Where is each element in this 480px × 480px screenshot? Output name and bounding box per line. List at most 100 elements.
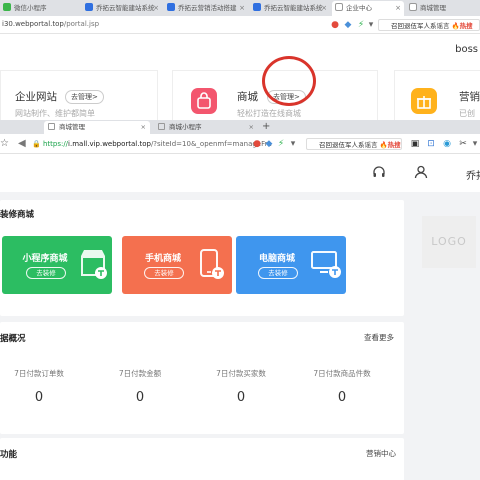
stat-label: 7日付款订单数 (14, 369, 64, 378)
gift-icon (411, 88, 437, 114)
stat-value: 0 (337, 390, 347, 405)
background-user-name[interactable]: boss (455, 44, 478, 55)
decorate-mall-title: 装修商城 (0, 210, 35, 220)
user-name[interactable]: 乔拓 (466, 167, 480, 182)
stat-label: 7日付款买家数 (216, 369, 266, 378)
stat-value: 0 (135, 390, 145, 405)
extension-icon[interactable]: ◆ (343, 20, 353, 30)
logo-placeholder: LOGO (422, 216, 476, 268)
lightning-icon[interactable]: ⚡ (356, 20, 366, 30)
card-title: 企业网站 (15, 91, 57, 103)
site-favicon-icon (253, 3, 261, 11)
chevron-down-icon[interactable]: ▾ (288, 139, 298, 149)
site-favicon-icon (167, 3, 175, 11)
back-arrow-icon[interactable]: ◀ (18, 138, 26, 149)
background-tab-bar: 微信小程序 乔拓云智能建站系统 × 乔拓云营销活动搭建 × 乔拓云智能建站系统 × 企… (0, 0, 480, 16)
stat-value: 0 (34, 390, 44, 405)
extension-icon[interactable]: ◆ (264, 139, 274, 149)
search-box[interactable]: 召回退伍军人系谣言 🔥热搜 (306, 138, 402, 150)
new-tab-button[interactable]: + (262, 120, 270, 133)
background-address-bar: i30.webportal.top/portal.jsp ● ◆ ⚡ ▾ 召回退… (0, 16, 480, 34)
tile-pc-mall[interactable]: 电脑商城 去装修 (236, 236, 346, 294)
card-description: 轻松打造在线商城 (237, 109, 301, 118)
close-icon[interactable]: × (153, 1, 159, 16)
background-url[interactable]: i30.webportal.top/portal.jsp (2, 20, 99, 28)
tab-label: 乔拓云智能建站系统 (96, 4, 155, 12)
data-overview-title: 据概况 (0, 334, 26, 344)
page-favicon-icon (158, 123, 165, 130)
tab-label: 商城管理 (420, 4, 446, 12)
foreground-address-bar: ☆ ◀ 🔒 https://i.mall.vip.webportal.top/?… (0, 134, 480, 154)
site-favicon-icon (85, 3, 93, 11)
tab-label: 乔拓云营销活动搭建 (178, 4, 237, 12)
lightning-icon[interactable]: ⚡ (276, 139, 286, 149)
background-tab-enterprise-center[interactable]: 企业中心 × (332, 1, 404, 16)
page-favicon-icon (409, 3, 417, 11)
close-icon[interactable]: × (239, 1, 245, 16)
card-marketing: 营销 已创 (394, 70, 480, 120)
card-title: 营销 (459, 91, 480, 103)
lock-icon: 🔒 (32, 140, 41, 148)
tab-mall-manage[interactable]: 商城管理 × (44, 121, 150, 134)
background-tab-site-builder[interactable]: 乔拓云智能建站系统 × (82, 1, 162, 16)
page-favicon-icon (335, 3, 343, 11)
close-icon[interactable]: × (141, 121, 146, 134)
stat-value: 0 (236, 390, 246, 405)
marketing-center-link[interactable]: 营销中心 (366, 448, 396, 459)
chevron-down-icon[interactable]: ▾ (366, 20, 376, 30)
view-more-link[interactable]: 查看更多 (364, 332, 394, 343)
close-icon[interactable]: × (395, 1, 401, 16)
hot-search-badge: 🔥热搜 (451, 22, 473, 30)
star-icon[interactable]: ☆ (0, 138, 9, 149)
mobile-phone-icon (196, 248, 226, 283)
decorate-button[interactable]: 去装修 (258, 267, 298, 279)
tile-label: 手机商城 (144, 254, 181, 264)
background-browser-window: 微信小程序 乔拓云智能建站系统 × 乔拓云营销活动搭建 × 乔拓云智能建站系统 × 企… (0, 0, 480, 120)
headset-icon[interactable] (372, 165, 386, 182)
tile-mini-program-mall[interactable]: 小程序商城 去装修 (2, 236, 112, 294)
user-icon[interactable] (414, 165, 428, 182)
decorate-button[interactable]: 去装修 (144, 267, 184, 279)
extension-icon[interactable]: ● (252, 139, 262, 149)
card-title: 商城 (237, 91, 258, 103)
site-header: 乔拓 (0, 154, 480, 192)
extension-icon[interactable]: ● (330, 20, 340, 30)
foreground-browser-window: 商城管理 × 商城小程序 × + ☆ ◀ 🔒 https://i.mall.vip.… (0, 120, 480, 480)
annotation-red-circle (262, 56, 316, 106)
chevron-down-icon[interactable]: ▾ (470, 139, 480, 149)
background-search-box[interactable]: 召回退伍军人系谣言 🔥热搜 (378, 19, 480, 31)
card-manage-button[interactable]: 去管理> (65, 90, 104, 104)
tab-label: 乔拓云智能建站系统 (264, 4, 323, 12)
foreground-tab-bar: 商城管理 × 商城小程序 × + (0, 120, 480, 134)
background-tab-marketing[interactable]: 乔拓云营销活动搭建 × (164, 1, 248, 16)
stat-label: 7日付款商品件数 (313, 369, 371, 378)
close-icon[interactable]: × (321, 1, 327, 16)
background-tab-mall-manage[interactable]: 商城管理 (406, 1, 480, 16)
tile-label: 小程序商城 (22, 254, 68, 264)
scissors-icon[interactable]: ✂ (458, 139, 468, 149)
wechat-mini-program-icon (3, 3, 11, 11)
background-tab-wechat[interactable]: 微信小程序 (0, 1, 80, 16)
functions-panel (0, 438, 404, 480)
card-enterprise-site: 企业网站 去管理> 网站制作、维护都简单 (0, 70, 158, 120)
tile-mobile-mall[interactable]: 手机商城 去装修 (122, 236, 232, 294)
card-description: 网站制作、维护都简单 (15, 109, 95, 118)
hot-search-badge: 🔥热搜 (379, 141, 401, 149)
close-icon[interactable]: × (249, 121, 254, 134)
monitor-icon (310, 250, 342, 283)
tab-label: 商城管理 (59, 123, 85, 131)
background-tab-site-builder-2[interactable]: 乔拓云智能建站系统 × (250, 1, 330, 16)
tile-label: 电脑商城 (258, 254, 295, 264)
decorate-button[interactable]: 去装修 (26, 267, 66, 279)
extension-icon[interactable]: ◉ (442, 139, 452, 149)
functions-title: 功能 (0, 450, 18, 460)
reading-mode-icon[interactable]: ▣ (410, 139, 420, 149)
tab-label: 企业中心 (346, 4, 372, 12)
page-favicon-icon (48, 123, 55, 130)
tab-mall-mini-program[interactable]: 商城小程序 × (154, 121, 258, 134)
tab-label: 商城小程序 (169, 123, 202, 131)
stat-label: 7日付款金额 (118, 369, 162, 378)
card-description: 已创 (459, 109, 475, 118)
screenshot-icon[interactable]: ⊡ (426, 139, 436, 149)
storefront-icon (78, 248, 108, 283)
